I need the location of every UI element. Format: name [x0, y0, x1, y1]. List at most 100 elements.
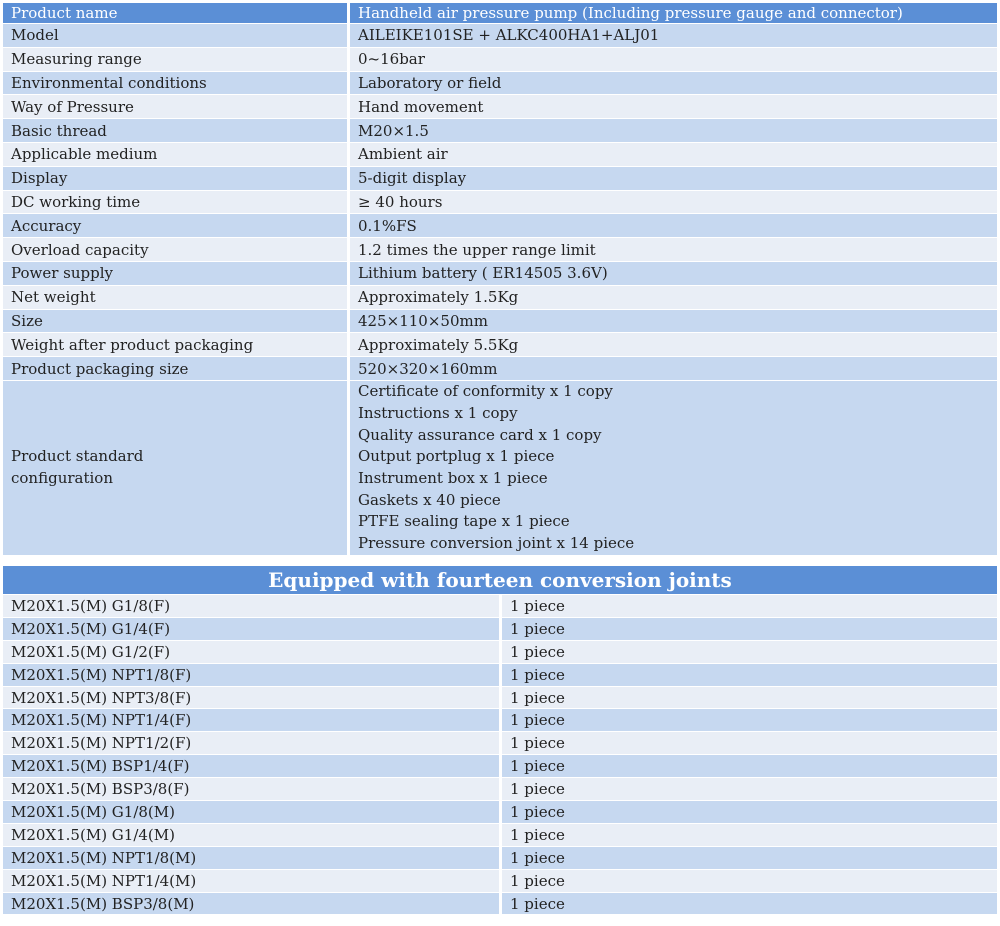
- joint-qty: 1 piece: [502, 755, 997, 779]
- spec-row: Weight after product packaging Approximat…: [3, 333, 997, 358]
- spec-value: 0~16bar: [350, 47, 997, 72]
- spec-row: Accuracy 0.1%FS: [3, 214, 997, 239]
- spec-value: ≥ 40 hours: [350, 190, 997, 215]
- spec-row: Model AILEIKE101SE + ALKC400HA1+ALJ01: [3, 24, 997, 48]
- config-item: Pressure conversion joint x 14 piece: [358, 534, 635, 553]
- joint-name: M20X1.5(M) NPT1/8(F): [3, 663, 502, 687]
- spec-label: Environmental conditions: [3, 71, 350, 96]
- spec-row: Basic thread M20×1.5: [3, 119, 997, 143]
- joint-row: M20X1.5(M) G1/4(F) 1 piece: [3, 617, 997, 641]
- spec-label: Basic thread: [3, 119, 350, 143]
- joint-row: M20X1.5(M) NPT1/8(F) 1 piece: [3, 663, 997, 687]
- spec-value: 425×110×50mm: [350, 309, 997, 334]
- spec-label: Accuracy: [3, 214, 350, 239]
- spec-row: Measuring range 0~16bar: [3, 47, 997, 72]
- spec-label: Applicable medium: [3, 142, 350, 167]
- spec-row: Way of Pressure Hand movement: [3, 95, 997, 120]
- joint-name: M20X1.5(M) NPT1/2(F): [3, 732, 502, 756]
- joint-row: M20X1.5(M) NPT1/8(M) 1 piece: [3, 846, 997, 870]
- joint-qty: 1 piece: [502, 892, 997, 916]
- joint-row: M20X1.5(M) G1/8(F) 1 piece: [3, 595, 997, 618]
- config-item: Output portplug x 1 piece: [358, 447, 555, 466]
- joint-qty: 1 piece: [502, 823, 997, 847]
- joint-name: M20X1.5(M) BSP3/8(M): [3, 892, 502, 916]
- joint-qty: 1 piece: [502, 663, 997, 687]
- joint-qty: 1 piece: [502, 801, 997, 824]
- spec-row: Net weight Approximately 1.5Kg: [3, 285, 997, 310]
- spec-header-row: Product name Handheld air pressure pump …: [3, 3, 997, 24]
- joints-title-row: Equipped with fourteen conversion joints: [3, 566, 997, 595]
- joint-row: M20X1.5(M) NPT1/4(F) 1 piece: [3, 709, 997, 733]
- spec-label: Net weight: [3, 285, 350, 310]
- joint-row: M20X1.5(M) NPT3/8(F) 1 piece: [3, 686, 997, 710]
- joint-name: M20X1.5(M) G1/8(M): [3, 801, 502, 824]
- config-item: Quality assurance card x 1 copy: [358, 425, 602, 444]
- config-item: Gaskets x 40 piece: [358, 490, 501, 509]
- config-item: Instrument box x 1 piece: [358, 468, 548, 487]
- joints-table: Equipped with fourteen conversion joints…: [3, 566, 997, 916]
- config-item: PTFE sealing tape x 1 piece: [358, 512, 570, 531]
- joint-qty: 1 piece: [502, 640, 997, 664]
- joint-name: M20X1.5(M) NPT1/4(F): [3, 709, 502, 733]
- spec-row: DC working time ≥ 40 hours: [3, 190, 997, 215]
- spec-label: Display: [3, 166, 350, 191]
- joint-qty: 1 piece: [502, 686, 997, 710]
- spec-value: 0.1%FS: [350, 214, 997, 239]
- spec-value: Approximately 5.5Kg: [350, 333, 997, 358]
- spec-value: 5-digit display: [350, 166, 997, 191]
- joint-row: M20X1.5(M) NPT1/4(M) 1 piece: [3, 869, 997, 893]
- spec-row: Product packaging size 520×320×160mm: [3, 357, 997, 381]
- config-items: Certificate of conformity x 1 copy Instru…: [350, 380, 997, 556]
- joint-row: M20X1.5(M) BSP1/4(F) 1 piece: [3, 755, 997, 779]
- joint-row: M20X1.5(M) BSP3/8(F) 1 piece: [3, 778, 997, 802]
- joint-name: M20X1.5(M) G1/4(F): [3, 617, 502, 641]
- spec-value: Lithium battery ( ER14505 3.6V): [350, 261, 997, 286]
- joint-name: M20X1.5(M) NPT1/8(M): [3, 846, 502, 870]
- spec-label: Product packaging size: [3, 357, 350, 381]
- spec-row: Display 5-digit display: [3, 166, 997, 191]
- spec-value: AILEIKE101SE + ALKC400HA1+ALJ01: [350, 24, 997, 48]
- spec-row: Applicable medium Ambient air: [3, 142, 997, 167]
- spec-value: 1.2 times the upper range limit: [350, 238, 997, 262]
- joint-name: M20X1.5(M) NPT1/4(M): [3, 869, 502, 893]
- config-item: Certificate of conformity x 1 copy: [358, 382, 613, 401]
- spec-label: Model: [3, 24, 350, 48]
- spec-label: Weight after product packaging: [3, 333, 350, 358]
- config-label: Product standard configuration: [3, 380, 350, 556]
- spec-value: 520×320×160mm: [350, 357, 997, 381]
- joint-row: M20X1.5(M) G1/2(F) 1 piece: [3, 640, 997, 664]
- joint-name: M20X1.5(M) G1/2(F): [3, 640, 502, 664]
- spec-row: Overload capacity 1.2 times the upper ran…: [3, 238, 997, 262]
- joint-qty: 1 piece: [502, 617, 997, 641]
- joint-qty: 1 piece: [502, 846, 997, 870]
- spec-label: Power supply: [3, 261, 350, 286]
- joint-row: M20X1.5(M) NPT1/2(F) 1 piece: [3, 732, 997, 756]
- spec-config-row: Product standard configuration Certificate…: [3, 380, 997, 556]
- spec-value: Hand movement: [350, 95, 997, 120]
- spec-label: DC working time: [3, 190, 350, 215]
- spec-value: M20×1.5: [350, 119, 997, 143]
- joint-qty: 1 piece: [502, 595, 997, 618]
- joint-row: M20X1.5(M) G1/4(M) 1 piece: [3, 823, 997, 847]
- spec-table: Product name Handheld air pressure pump …: [3, 3, 997, 556]
- joint-row: M20X1.5(M) BSP3/8(M) 1 piece: [3, 892, 997, 916]
- spec-label: Overload capacity: [3, 238, 350, 262]
- joints-title: Equipped with fourteen conversion joints: [3, 566, 997, 595]
- spec-row: Power supply Lithium battery ( ER14505 3.…: [3, 261, 997, 286]
- joint-qty: 1 piece: [502, 709, 997, 733]
- config-label-line: Product standard: [11, 447, 144, 466]
- joint-qty: 1 piece: [502, 869, 997, 893]
- spec-row: Size 425×110×50mm: [3, 309, 997, 334]
- joint-name: M20X1.5(M) BSP1/4(F): [3, 755, 502, 779]
- config-item: Instructions x 1 copy: [358, 403, 518, 422]
- config-label-line: configuration: [11, 468, 113, 487]
- joint-name: M20X1.5(M) G1/8(F): [3, 595, 502, 618]
- spec-value: Ambient air: [350, 142, 997, 167]
- spec-label: Way of Pressure: [3, 95, 350, 120]
- spec-label: Size: [3, 309, 350, 334]
- joint-name: M20X1.5(M) G1/4(M): [3, 823, 502, 847]
- joint-name: M20X1.5(M) BSP3/8(F): [3, 778, 502, 802]
- spec-value: Approximately 1.5Kg: [350, 285, 997, 310]
- joint-row: M20X1.5(M) G1/8(M) 1 piece: [3, 801, 997, 824]
- joint-qty: 1 piece: [502, 732, 997, 756]
